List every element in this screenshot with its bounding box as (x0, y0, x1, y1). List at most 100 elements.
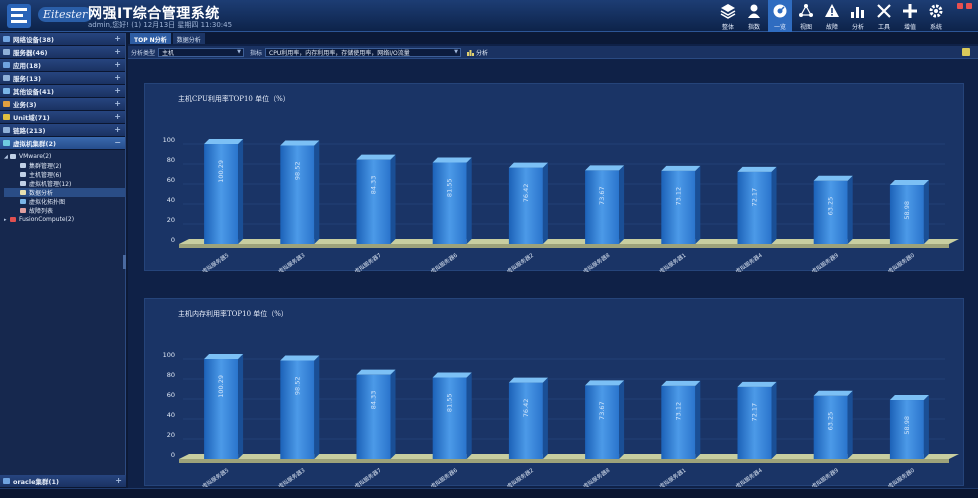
sidebar-item-2[interactable]: 应用(18) + (0, 59, 125, 72)
tree-node[interactable]: 虚拟机管理(12) (4, 179, 125, 188)
tree-node-label: 故障列表 (29, 208, 54, 215)
nav-item-8[interactable]: 系统 (924, 0, 948, 32)
sidebar-sections: 网络设备(38) + 服务器(46) + 应用(18) + 服务(13) + 其他设备(41) +… (0, 33, 125, 150)
layers-icon (720, 4, 736, 19)
bar[interactable] (432, 372, 472, 459)
nav-item-1[interactable]: 指数 (742, 0, 766, 32)
x-tick-label: 虚拟服务器3 (276, 466, 306, 487)
tree-node[interactable]: 故障列表 (4, 206, 125, 215)
tree-node[interactable]: ▸ FusionCompute(2) (4, 215, 125, 224)
tree-node[interactable]: 虚拟化拓扑图 (4, 197, 125, 206)
nav-item-label: 故障 (825, 24, 838, 31)
bar[interactable] (508, 377, 548, 459)
nav-item-3[interactable]: 视图 (794, 0, 818, 32)
bar-side (542, 162, 548, 244)
expand-toggle-icon[interactable]: + (114, 47, 121, 56)
expand-toggle-icon[interactable]: − (114, 138, 121, 147)
bar[interactable] (204, 139, 244, 244)
expand-toggle-icon[interactable]: + (114, 99, 121, 108)
sidebar-item-oracle[interactable]: oracle集群(1) + (0, 475, 126, 488)
bar-front (737, 386, 772, 459)
tree-node-icon (10, 217, 16, 222)
sidebar-item-label: 服务器(46) (13, 49, 48, 57)
tree-node[interactable]: 数据分析 (4, 188, 125, 197)
sidebar-item-3[interactable]: 服务(13) + (0, 72, 125, 85)
dashboard-icon (773, 4, 787, 18)
bar[interactable] (356, 154, 396, 244)
memory-chart-panel: 0 20 40 60 80 100 100.29 虚拟服务器5 98.52 虚拟服务器3 84.33… (144, 298, 964, 487)
sidebar-item-1[interactable]: 服务器(46) + (0, 46, 125, 59)
nav-item-0[interactable]: 整体 (716, 0, 740, 32)
minimize-icon[interactable] (957, 3, 963, 9)
analysis-type-select[interactable]: 主机 ▼ (158, 47, 245, 57)
expand-toggle-icon[interactable]: + (114, 73, 121, 82)
analyze-icon (467, 49, 475, 56)
expand-toggle-icon[interactable]: + (114, 112, 121, 121)
bar-side (771, 166, 777, 244)
bar-front (204, 144, 239, 244)
plus-icon (903, 4, 917, 18)
data-label: 58.98 (903, 416, 911, 435)
sidebar-item-label: 网络设备(38) (13, 36, 54, 44)
oracle-icon (3, 478, 10, 484)
bar[interactable] (280, 355, 320, 459)
x-tick-label: 虚拟服务器0 (886, 466, 916, 487)
expand-toggle-icon[interactable]: + (114, 34, 121, 43)
export-icon[interactable] (962, 48, 970, 56)
sidebar-item-5[interactable]: 业务(3) + (0, 98, 125, 111)
data-label: 73.67 (598, 401, 606, 420)
x-tick-label: 虚拟服务器4 (734, 466, 764, 487)
analyze-button[interactable]: 分析 (467, 48, 488, 57)
bar-side (695, 165, 701, 244)
tree-node[interactable]: 集群管理(2) (4, 161, 125, 170)
tree-node-icon (20, 163, 26, 168)
tree-node[interactable]: ◢ VMware(2) (4, 152, 125, 161)
x-tick-label: 虚拟服务器4 (734, 251, 764, 272)
expand-toggle-icon[interactable]: + (115, 476, 122, 485)
bar-front (280, 360, 315, 459)
bar-side (923, 395, 929, 459)
bar-side (542, 377, 548, 459)
expand-toggle-icon[interactable]: + (114, 60, 121, 69)
bar-side (390, 369, 396, 459)
chevron-down-icon: ▼ (454, 48, 459, 55)
sidebar-item-6[interactable]: Unit域(71) + (0, 111, 125, 124)
expand-toggle-icon[interactable]: + (114, 125, 121, 134)
tab-1[interactable]: 数据分析 (172, 33, 205, 44)
bar-side (695, 380, 701, 459)
sidebar-item-8[interactable]: 虚拟机集群(2) − (0, 137, 125, 150)
data-label: 73.12 (674, 402, 682, 421)
nav-item-5[interactable]: 分析 (846, 0, 870, 32)
analyze-button-label: 分析 (476, 49, 489, 57)
tab-0[interactable]: TOP N分析 (130, 33, 171, 44)
bar[interactable] (508, 162, 548, 244)
bar[interactable] (280, 140, 320, 244)
data-label: 63.25 (827, 197, 835, 216)
bar[interactable] (432, 157, 472, 244)
main-content: TOP N分析 数据分析 分析类型 主机 ▼ 指标 CPU利用率，内存利用率，存储… (128, 33, 978, 488)
x-tick-label: 虚拟服务器1 (657, 251, 687, 272)
bar-top (508, 377, 548, 383)
bar-top (661, 380, 701, 386)
bar[interactable] (356, 369, 396, 459)
metric-select[interactable]: CPU利用率，内存利用率，存储使用率，网络I/O流量 ▼ (265, 47, 462, 57)
expand-toggle-icon[interactable]: + (114, 86, 121, 95)
close-icon[interactable] (966, 3, 972, 9)
cluster-tree: ◢ VMware(2) 集群管理(2) 主机管理(6) 虚拟机管理(12) 数据分析 虚拟化… (0, 150, 125, 224)
sidebar-item-7[interactable]: 链路(213) + (0, 124, 125, 137)
bar[interactable] (204, 354, 244, 459)
sidebar-splitter-handle[interactable] (123, 255, 126, 269)
nav-item-6[interactable]: 工具 (872, 0, 896, 32)
bar-side (466, 372, 472, 459)
nav-item-4[interactable]: 故障 (820, 0, 844, 32)
bar-top (661, 165, 701, 171)
sidebar-item-4[interactable]: 其他设备(41) + (0, 85, 125, 98)
sidebar-item-0[interactable]: 网络设备(38) + (0, 33, 125, 46)
service-icon (3, 75, 10, 81)
nav-item-label: 指数 (747, 24, 760, 31)
nav-item-label: 分析 (851, 24, 864, 31)
nav-item-2[interactable]: 一览 (768, 0, 792, 32)
nav-item-label: 系统 (929, 24, 942, 31)
tree-node[interactable]: 主机管理(6) (4, 170, 125, 179)
nav-item-7[interactable]: 增值 (898, 0, 922, 32)
